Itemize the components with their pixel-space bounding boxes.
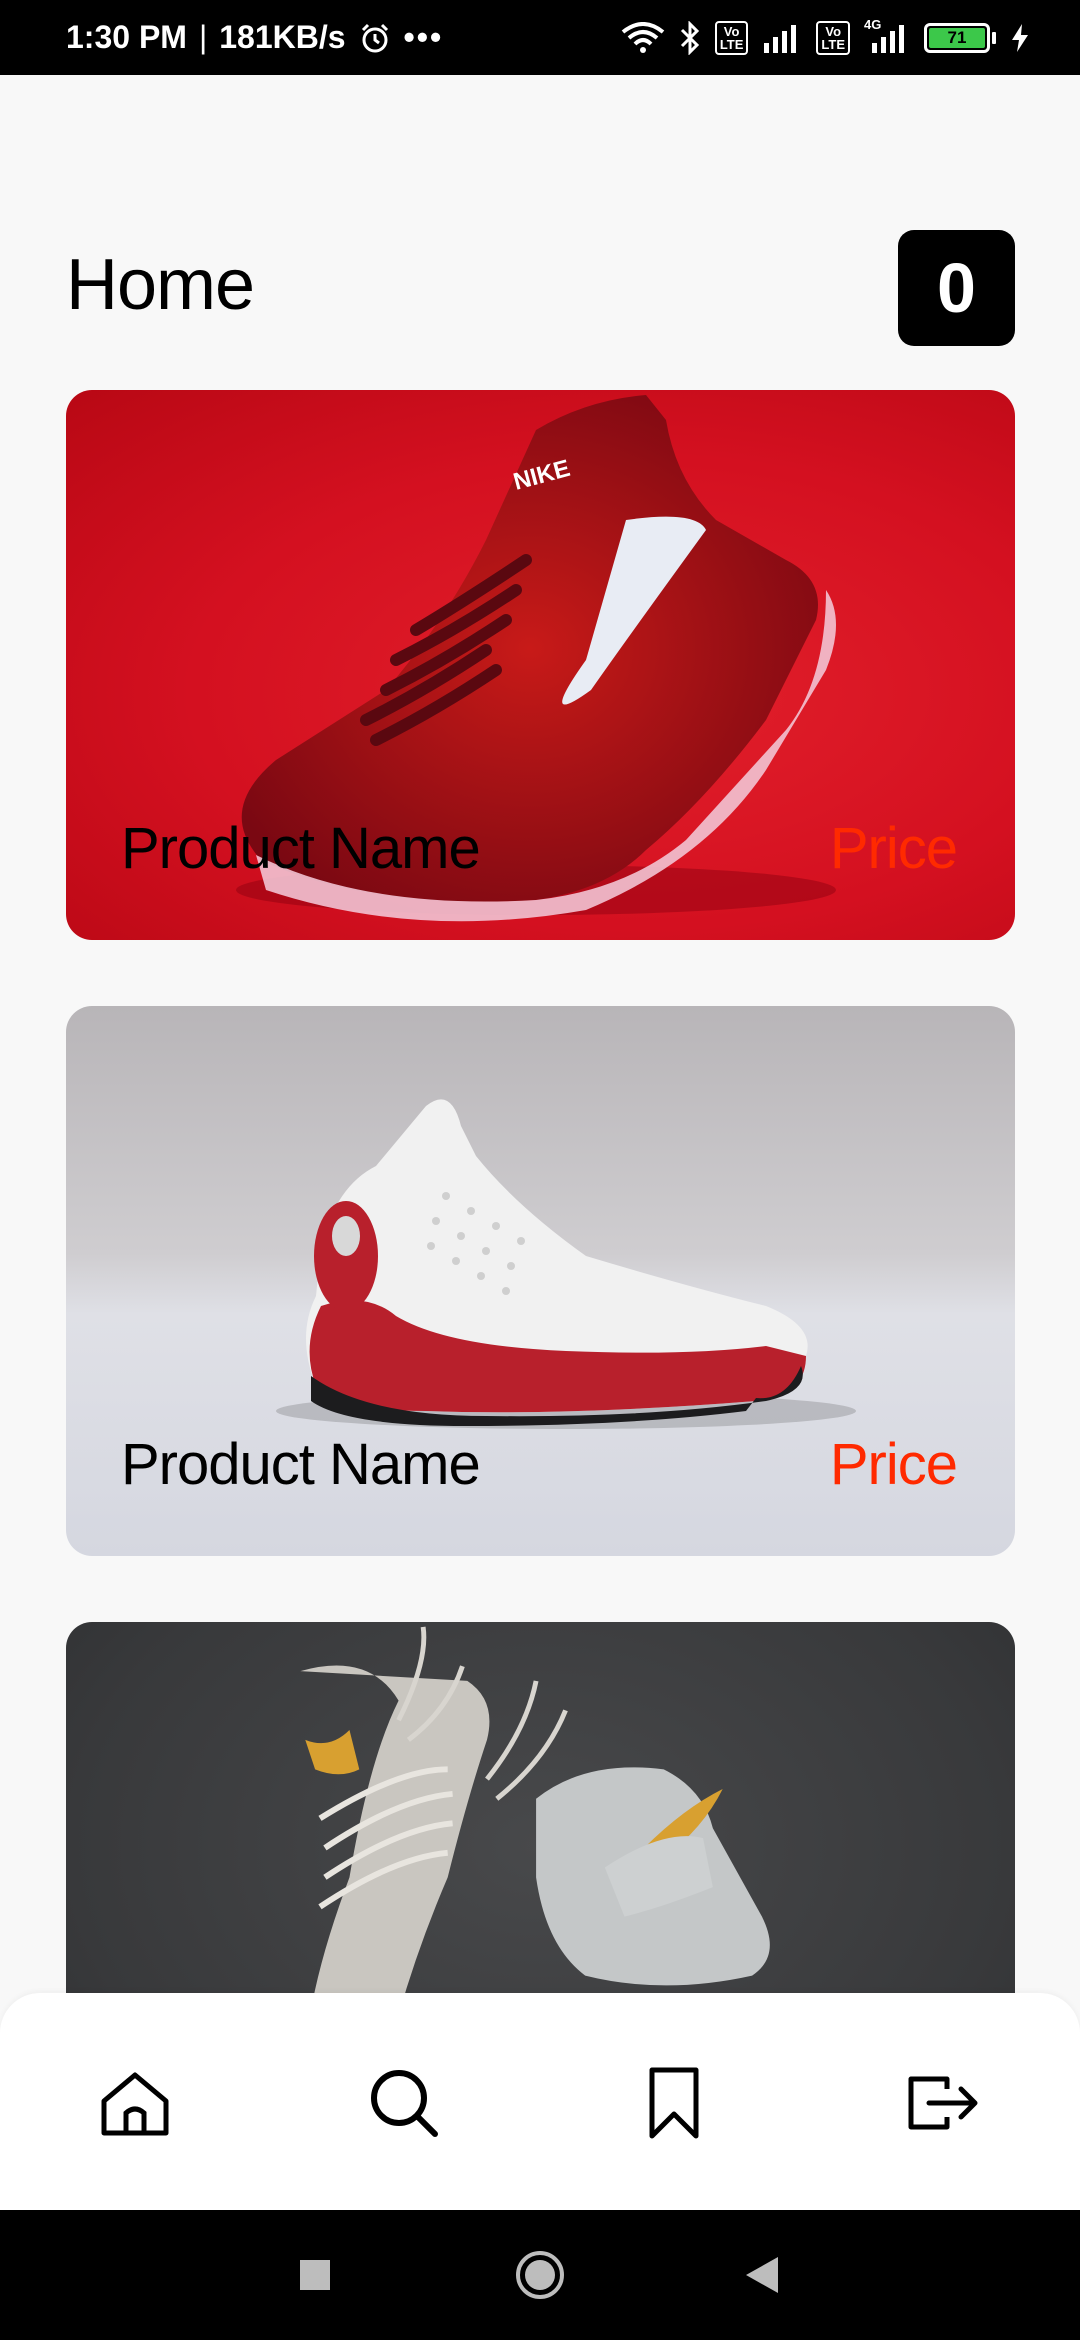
- product-price: Price: [829, 1432, 958, 1497]
- more-notifications-icon: •••: [403, 19, 444, 55]
- back-icon: [746, 2257, 778, 2293]
- bookmark-icon: [649, 2067, 699, 2139]
- search-icon: [371, 2070, 438, 2137]
- home-circle-icon: [516, 2251, 564, 2299]
- product-price: Price: [829, 816, 958, 881]
- volte-badge-2: Vo LTE: [816, 20, 850, 55]
- product-card[interactable]: NIKE Product Name Price: [66, 390, 1015, 940]
- bottom-navigation: [0, 1993, 1080, 2210]
- logout-icon: [908, 2076, 978, 2130]
- network-type: 4G: [864, 16, 882, 32]
- signal-4g-icon: 4G: [864, 17, 910, 53]
- battery-level: 71: [929, 27, 985, 48]
- nav-logout-button[interactable]: [904, 2063, 984, 2143]
- volte-badge-1: Vo LTE: [714, 20, 749, 55]
- alarm-icon: [358, 21, 392, 55]
- recents-button[interactable]: [285, 2245, 345, 2305]
- status-bar: 1:30 PM | 181KB/s ••• Vo LTE Vo LTE 4G 71: [0, 0, 1080, 75]
- nav-home-button[interactable]: [95, 2063, 175, 2143]
- charging-icon: [1010, 23, 1030, 53]
- page-title: Home: [66, 245, 255, 325]
- product-name: Product Name: [121, 816, 481, 881]
- system-navigation-bar: [0, 2210, 1080, 2340]
- back-button[interactable]: [732, 2245, 792, 2305]
- status-bar-right: Vo LTE Vo LTE 4G 71: [621, 0, 1030, 75]
- wifi-icon: [621, 21, 665, 54]
- battery-indicator: 71: [924, 22, 996, 53]
- nav-bookmark-button[interactable]: [634, 2063, 714, 2143]
- status-bar-left: 1:30 PM | 181KB/s •••: [66, 0, 443, 75]
- system-home-button[interactable]: [510, 2245, 570, 2305]
- recents-icon: [300, 2260, 330, 2290]
- nav-search-button[interactable]: [364, 2063, 444, 2143]
- signal-icon: [762, 23, 802, 53]
- home-icon: [101, 2072, 169, 2136]
- product-card[interactable]: Product Name Price: [66, 1006, 1015, 1556]
- bluetooth-icon: [679, 20, 701, 55]
- network-speed: 181KB/s: [219, 19, 346, 55]
- status-time: 1:30 PM: [66, 19, 187, 55]
- product-name: Product Name: [121, 1432, 481, 1497]
- status-separator: |: [198, 19, 208, 55]
- cart-count-button[interactable]: 0: [898, 230, 1015, 346]
